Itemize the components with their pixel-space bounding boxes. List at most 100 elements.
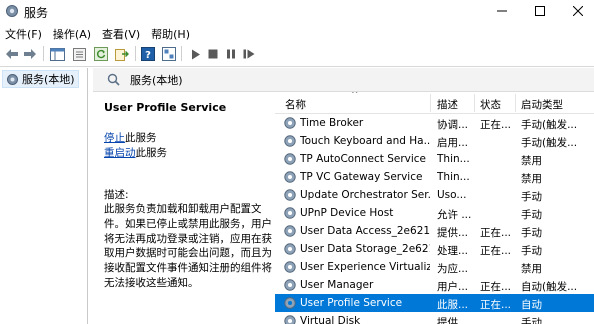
console-tree-button[interactable]: [48, 45, 66, 63]
service-row[interactable]: Touch Keyboard and Ha... 启用... 手动(触发...: [275, 132, 594, 150]
service-status: 正在...: [480, 119, 512, 131]
service-gear-icon: [284, 171, 296, 183]
service-startup-type: 手动: [521, 191, 542, 203]
title-bar: 服务: [0, 0, 594, 22]
back-button[interactable]: [3, 45, 21, 63]
service-description: 允许 ...: [437, 209, 471, 221]
pause-icon: [227, 49, 235, 59]
main-header-label: 服务(本地): [130, 73, 183, 87]
refresh-icon: [94, 47, 108, 61]
sort-ascending-icon: ^: [351, 92, 359, 100]
gear-icon: [7, 73, 18, 85]
view-icon: [162, 47, 176, 61]
service-row[interactable]: Update Orchestrator Ser... Uso... 手动: [275, 186, 594, 204]
service-gear-icon: [284, 117, 296, 129]
service-row[interactable]: TP VC Gateway Service Thin... 禁用: [275, 168, 594, 186]
service-startup-type: 手动(触发...: [521, 137, 578, 149]
service-description: 提供...: [437, 227, 469, 239]
svg-text:?: ?: [145, 50, 151, 61]
restart-service-button[interactable]: [240, 45, 258, 63]
service-description: 启用...: [437, 137, 469, 149]
stop-service-row: 停止此服务: [104, 130, 157, 145]
restart-service-link[interactable]: 重启动: [104, 147, 136, 159]
column-divider[interactable]: [430, 94, 431, 112]
service-startup-type: 手动: [521, 209, 542, 221]
stop-icon: [208, 49, 218, 59]
console-tree: 服务(本地): [0, 68, 88, 324]
menu-view[interactable]: 查看(V): [97, 23, 146, 41]
menu-action[interactable]: 操作(A): [48, 23, 97, 41]
start-service-button[interactable]: [187, 45, 205, 63]
minimize-button[interactable]: [484, 0, 520, 22]
service-row[interactable]: User Data Storage_2e621 处理... 正在... 手动: [275, 240, 594, 258]
maximize-button[interactable]: [522, 0, 558, 22]
menu-file[interactable]: 文件(F): [0, 23, 48, 41]
gear-window-icon: [6, 5, 18, 17]
column-header-status[interactable]: 状态: [480, 97, 501, 112]
service-row[interactable]: User Data Access_2e621 提供... 正在... 手动: [275, 222, 594, 240]
column-header-startup-type[interactable]: 启动类型: [521, 97, 563, 112]
service-description: 此服...: [437, 299, 469, 311]
service-description: Thin...: [437, 171, 470, 183]
menu-bar: 文件(F) 操作(A) 查看(V) 帮助(H): [0, 23, 594, 41]
service-description: 为应...: [437, 263, 469, 275]
restart-icon: [243, 49, 255, 59]
menu-help[interactable]: 帮助(H): [146, 23, 196, 41]
column-divider[interactable]: [474, 94, 475, 112]
service-row[interactable]: UPnP Device Host 允许 ... 手动: [275, 204, 594, 222]
close-button[interactable]: [560, 0, 594, 22]
service-name: User Data Storage_2e621: [300, 243, 430, 255]
service-name: Touch Keyboard and Ha...: [300, 135, 430, 147]
service-row[interactable]: Time Broker 协调... 正在... 手动(触发...: [275, 114, 594, 132]
tree-node-services-local[interactable]: 服务(本地): [2, 70, 79, 88]
service-gear-icon: [284, 243, 296, 255]
main-header: 服务(本地): [93, 68, 594, 92]
toolbar-separator: [43, 46, 44, 61]
maximize-icon: [535, 6, 545, 16]
stop-service-button[interactable]: [204, 45, 222, 63]
service-name: User Profile Service: [300, 297, 403, 309]
toolbar: ?: [0, 41, 594, 67]
selected-service-name: User Profile Service: [104, 101, 227, 114]
service-startup-type: 禁用: [521, 173, 542, 185]
console-tree-icon: [49, 47, 65, 61]
service-name: User Manager: [300, 279, 374, 291]
minimize-icon: [497, 10, 507, 12]
service-gear-icon: [284, 153, 296, 165]
properties-button[interactable]: [70, 45, 88, 63]
help-button[interactable]: ?: [139, 45, 157, 63]
service-gear-icon: [284, 225, 296, 237]
forward-button[interactable]: [21, 45, 39, 63]
service-row[interactable]: User Manager 用户... 正在... 自动(触发...: [275, 276, 594, 294]
services-list: ^ 名称 描述 状态 启动类型 Time Broker 协调... 正在... 手动(…: [275, 92, 594, 324]
column-divider[interactable]: [515, 94, 516, 112]
column-header-description[interactable]: 描述: [437, 97, 458, 112]
service-startup-type: 手动: [521, 227, 542, 239]
service-name: User Experience Virtualiz...: [300, 261, 430, 273]
refresh-button[interactable]: [92, 45, 110, 63]
stop-service-suffix: 此服务: [125, 132, 157, 144]
service-name: UPnP Device Host: [300, 207, 394, 219]
service-startup-type: 手动: [521, 245, 542, 257]
description-text: 此服务负责加载和卸载用户配置文件。如果已停止或禁用此服务，用户将无法再成功登录或…: [104, 203, 272, 289]
service-gear-icon: [284, 189, 296, 201]
service-name: Virtual Disk: [300, 315, 361, 324]
service-name: TP AutoConnect Service: [300, 153, 427, 165]
service-gear-icon: [284, 279, 296, 291]
service-startup-type: 手动: [521, 317, 542, 324]
service-startup-type: 自动(触发...: [521, 281, 578, 293]
export-button[interactable]: [113, 45, 131, 63]
service-row[interactable]: User Experience Virtualiz... 为应... 禁用: [275, 258, 594, 276]
export-icon: [115, 49, 129, 61]
view-button[interactable]: [160, 45, 178, 63]
service-row[interactable]: User Profile Service 此服... 正在... 自动: [275, 294, 594, 312]
service-status: 正在...: [480, 281, 512, 293]
service-status: 正在...: [480, 299, 512, 311]
service-gear-icon: [284, 297, 296, 309]
column-header-name[interactable]: 名称: [285, 97, 306, 112]
service-row[interactable]: Virtual Disk 提供... 手动: [275, 312, 594, 324]
pause-service-button[interactable]: [222, 45, 240, 63]
stop-service-link[interactable]: 停止: [104, 132, 125, 144]
service-row[interactable]: TP AutoConnect Service Thin... 禁用: [275, 150, 594, 168]
play-icon: [192, 49, 200, 59]
